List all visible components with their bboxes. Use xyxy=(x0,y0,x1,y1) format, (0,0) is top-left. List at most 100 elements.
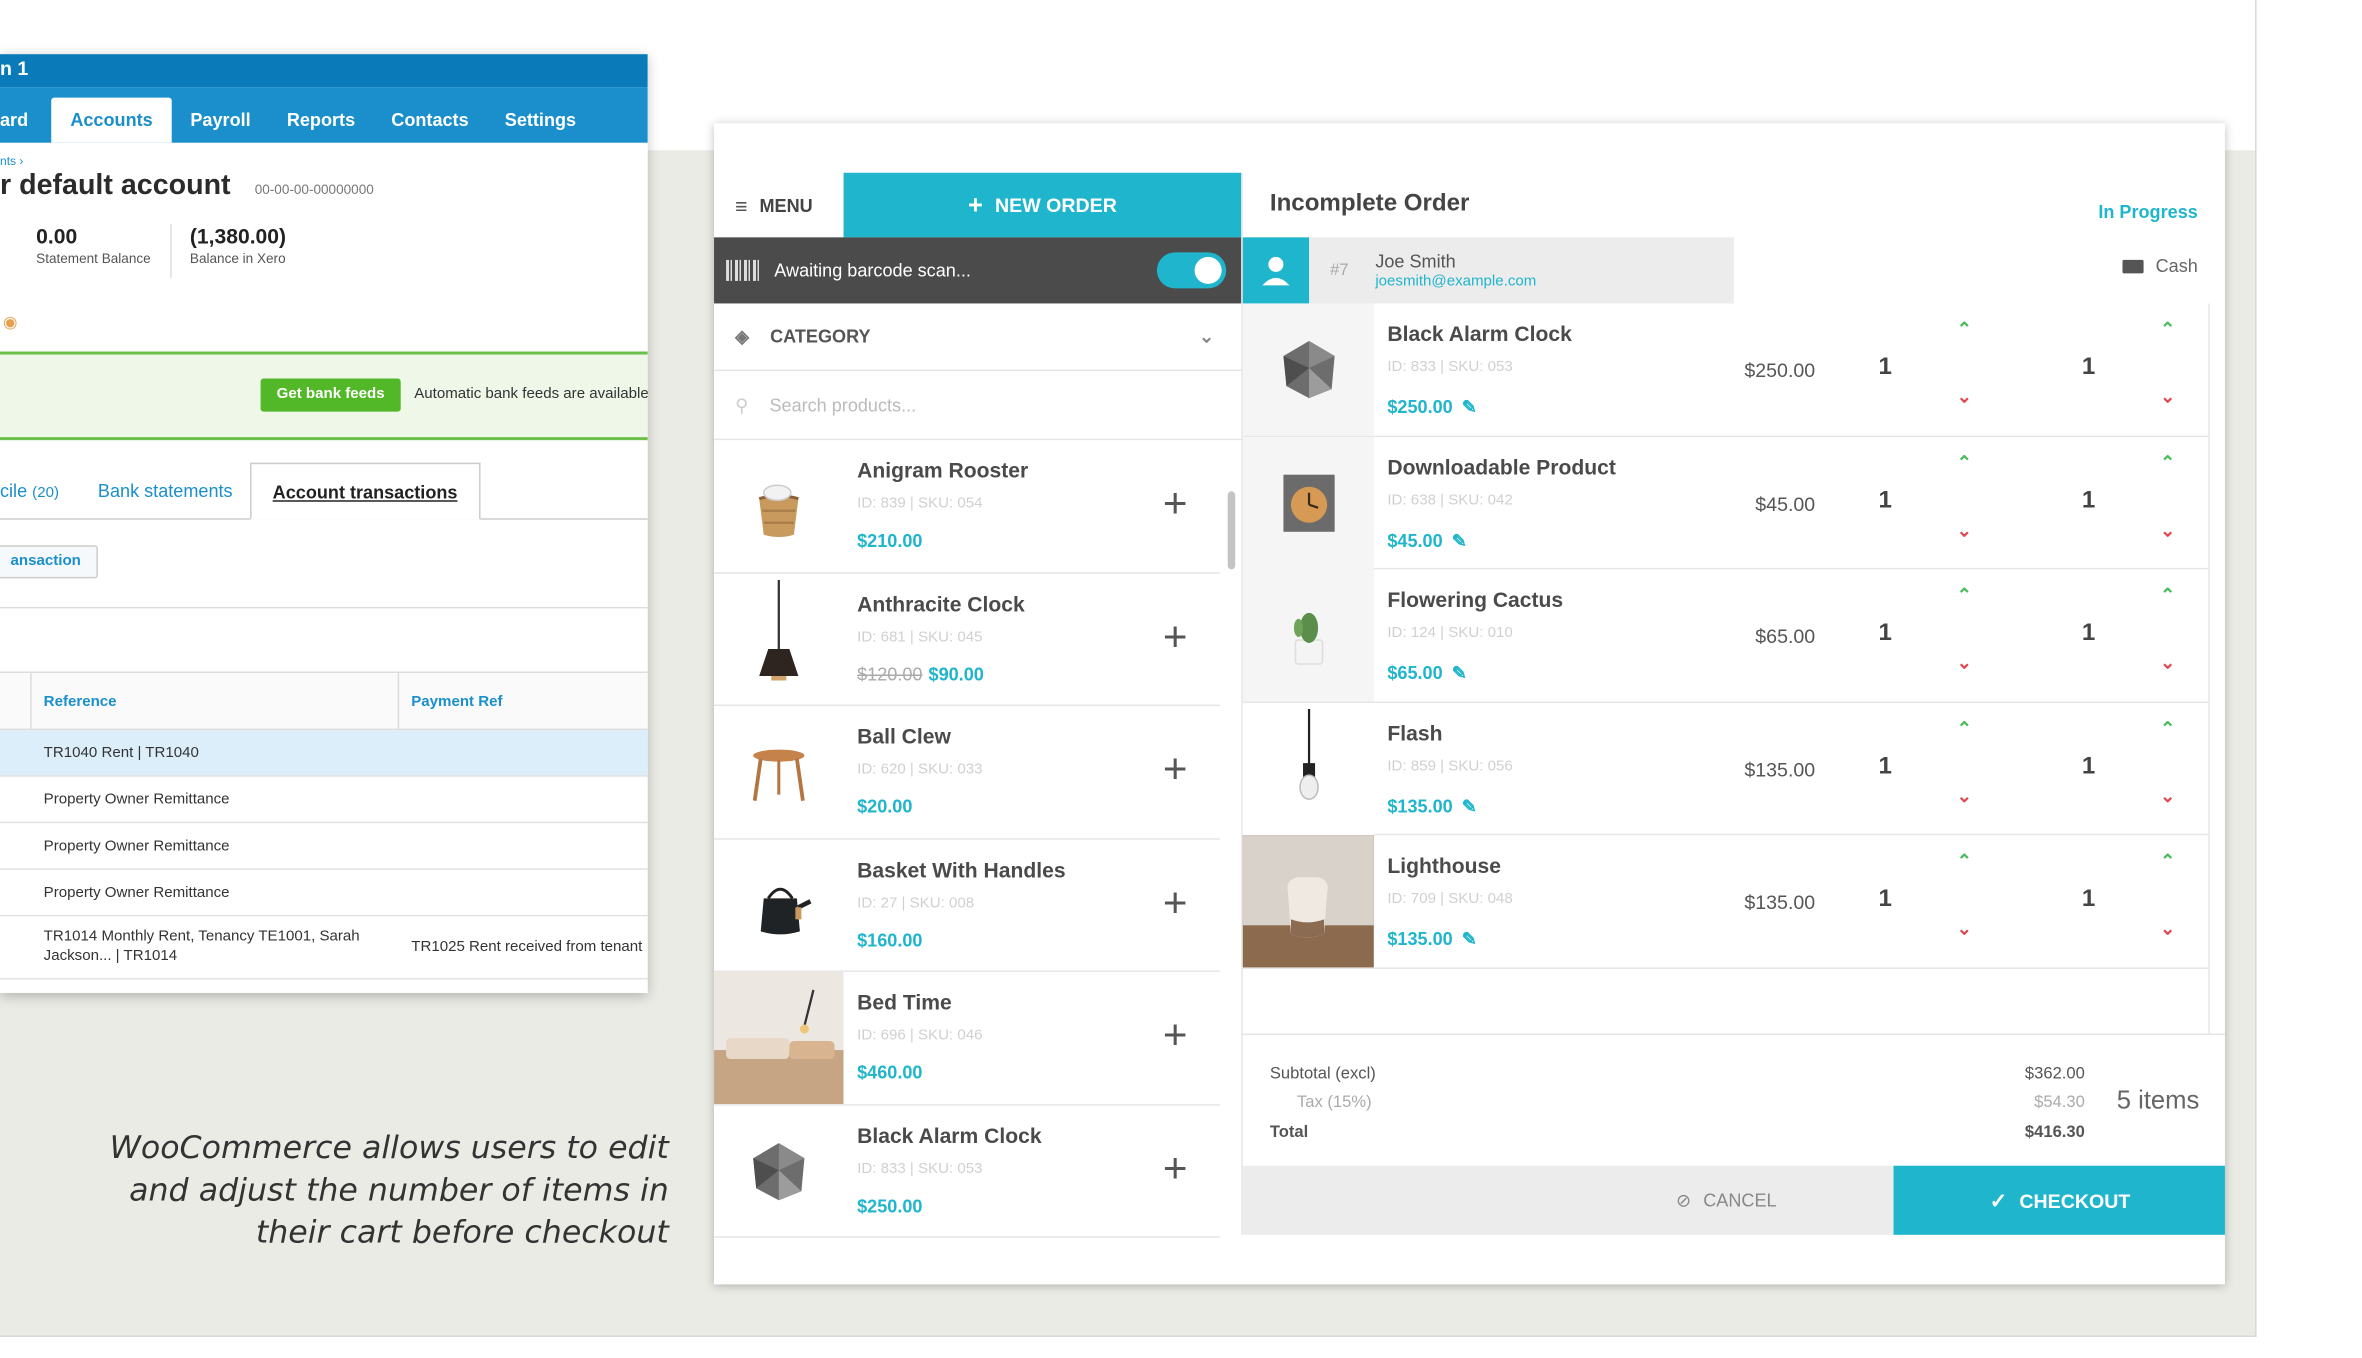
edit-icon[interactable]: ✎ xyxy=(1452,530,1467,551)
line-quantity-secondary[interactable]: 1 xyxy=(2082,753,2095,780)
product-item[interactable]: Bed Time ID: 696 | SKU: 046 $460.00 + xyxy=(714,971,1221,1105)
order-line[interactable]: Flash ID: 859 | SKU: 056 $135.00 ✎ $135.0… xyxy=(1242,702,2209,836)
order-line[interactable]: Flowering Cactus ID: 124 | SKU: 010 $65.… xyxy=(1242,569,2209,703)
tab-bank-statements[interactable]: Bank statements xyxy=(98,463,233,520)
product-item[interactable]: Basket With Handles ID: 27 | SKU: 008 $1… xyxy=(714,839,1221,972)
tab-reconcile[interactable]: cile (20) xyxy=(0,463,59,520)
cancel-button[interactable]: ⊘ CANCEL xyxy=(1242,1165,1894,1235)
quantity-down-icon[interactable]: ⌄ xyxy=(1957,785,1972,806)
product-list-scrollbar[interactable] xyxy=(1227,491,1236,570)
line-quantity[interactable]: 1 xyxy=(1878,620,1891,647)
order-line[interactable]: Black Alarm Clock ID: 833 | SKU: 053 $25… xyxy=(1242,303,2209,437)
menu-label: MENU xyxy=(759,194,813,216)
edit-icon[interactable]: ✎ xyxy=(1462,928,1477,949)
cash-icon xyxy=(2122,260,2144,274)
quantity-up-icon[interactable]: ⌃ xyxy=(2160,451,2175,472)
quantity-up-icon[interactable]: ⌃ xyxy=(2160,318,2175,339)
nav-accounts[interactable]: Accounts xyxy=(50,97,173,143)
customer-selector[interactable]: #7 Joe Smith joesmith@example.com xyxy=(1242,237,1734,304)
breadcrumb[interactable]: nts › xyxy=(0,143,648,170)
table-row[interactable]: TR1040 Rent | TR1040 xyxy=(0,730,648,777)
quantity-down-icon[interactable]: ⌄ xyxy=(2160,652,2175,673)
category-dropdown[interactable]: ◈ CATEGORY ⌄ xyxy=(714,303,1242,372)
order-lines: Black Alarm Clock ID: 833 | SKU: 053 $25… xyxy=(1242,303,2209,969)
quantity-down-icon[interactable]: ⌄ xyxy=(1957,386,1972,407)
checkout-button[interactable]: ✓ CHECKOUT xyxy=(1893,1165,2225,1235)
product-search[interactable]: ⚲ Search products... xyxy=(714,371,1242,441)
quantity-down-icon[interactable]: ⌄ xyxy=(1957,652,1972,673)
tab-account-transactions[interactable]: Account transactions xyxy=(250,462,481,520)
edit-icon[interactable]: ✎ xyxy=(1462,795,1477,816)
order-line[interactable]: Lighthouse ID: 709 | SKU: 048 $135.00 ✎ $… xyxy=(1242,835,2209,969)
product-price: $120.00 $90.00 xyxy=(857,663,984,684)
line-quantity[interactable]: 1 xyxy=(1878,487,1891,514)
line-quantity-secondary[interactable]: 1 xyxy=(2082,487,2095,514)
nav-dashboard[interactable]: ard xyxy=(0,98,51,143)
scan-toggle[interactable] xyxy=(1156,252,1227,289)
line-quantity[interactable]: 1 xyxy=(1878,355,1891,382)
column-payment-ref[interactable]: Payment Ref xyxy=(397,672,502,732)
quantity-up-icon[interactable]: ⌃ xyxy=(1957,451,1972,472)
table-row[interactable]: Property Owner Remittance xyxy=(0,777,648,824)
comment-icon[interactable]: ◉ xyxy=(3,312,24,332)
product-item[interactable]: Anigram Rooster ID: 839 | SKU: 054 $210.… xyxy=(714,440,1221,574)
quantity-up-icon[interactable]: ⌃ xyxy=(1957,717,1972,738)
quantity-down-icon[interactable]: ⌄ xyxy=(2160,785,2175,806)
quantity-down-icon[interactable]: ⌄ xyxy=(2160,519,2175,540)
marketing-caption: WooCommerce allows users to edit and adj… xyxy=(36,1127,669,1253)
quantity-down-icon[interactable]: ⌄ xyxy=(2160,918,2175,939)
edit-icon[interactable]: ✎ xyxy=(1462,397,1477,418)
xero-window: n 1 ard Accounts Payroll Reports Contact… xyxy=(0,54,648,993)
product-list: Anigram Rooster ID: 839 | SKU: 054 $210.… xyxy=(714,440,1221,1238)
product-item[interactable]: Anthracite Clock ID: 681 | SKU: 045 $120… xyxy=(714,573,1221,707)
table-row[interactable]: Property Owner Remittance xyxy=(0,823,648,870)
order-status: In Progress xyxy=(2098,201,2198,223)
quantity-down-icon[interactable]: ⌄ xyxy=(1957,918,1972,939)
quantity-up-icon[interactable]: ⌃ xyxy=(1957,584,1972,605)
order-line[interactable]: Downloadable Product ID: 638 | SKU: 042 … xyxy=(1242,436,2209,570)
product-meta: ID: 839 | SKU: 054 xyxy=(857,495,983,513)
payment-method[interactable]: Cash xyxy=(2122,255,2198,276)
menu-button[interactable]: ≡ MENU xyxy=(714,173,844,238)
quantity-down-icon[interactable]: ⌄ xyxy=(2160,386,2175,407)
product-item[interactable]: Ball Clew ID: 620 | SKU: 033 $20.00 + xyxy=(714,706,1221,839)
quantity-up-icon[interactable]: ⌃ xyxy=(2160,850,2175,871)
line-quantity-secondary[interactable]: 1 xyxy=(2082,886,2095,913)
add-product-button[interactable]: + xyxy=(1163,1144,1188,1192)
product-item[interactable]: Black Alarm Clock ID: 833 | SKU: 053 $25… xyxy=(714,1105,1221,1238)
product-price: $20.00 xyxy=(857,796,912,817)
line-quantity[interactable]: 1 xyxy=(1878,886,1891,913)
add-product-button[interactable]: + xyxy=(1163,878,1188,926)
quantity-up-icon[interactable]: ⌃ xyxy=(2160,584,2175,605)
table-row[interactable]: TR1014 Monthly Rent, Tenancy TE1001, Sar… xyxy=(0,916,648,980)
new-transaction-button[interactable]: ansaction xyxy=(0,545,98,579)
nav-reports[interactable]: Reports xyxy=(269,98,373,143)
add-product-button[interactable]: + xyxy=(1163,479,1188,527)
line-quantity-secondary[interactable]: 1 xyxy=(2082,620,2095,647)
tab-reconcile-count: (20) xyxy=(32,485,59,502)
quantity-down-icon[interactable]: ⌄ xyxy=(1957,519,1972,540)
add-product-button[interactable]: + xyxy=(1163,745,1188,793)
line-quantity-secondary[interactable]: 1 xyxy=(2082,355,2095,382)
order-lines-scrollbar[interactable] xyxy=(2208,303,2225,1034)
new-order-button[interactable]: + NEW ORDER xyxy=(843,172,1242,238)
table-row[interactable]: Property Owner Remittance xyxy=(0,870,648,917)
add-product-button[interactable]: + xyxy=(1163,1011,1188,1059)
get-bank-feeds-button[interactable]: Get bank feeds xyxy=(260,378,401,412)
line-quantity[interactable]: 1 xyxy=(1878,753,1891,780)
nav-payroll[interactable]: Payroll xyxy=(172,98,268,143)
quantity-up-icon[interactable]: ⌃ xyxy=(2160,717,2175,738)
cell-reference: TR1040 Rent | TR1040 xyxy=(43,745,199,762)
search-input[interactable]: Search products... xyxy=(769,394,916,415)
nav-settings[interactable]: Settings xyxy=(487,98,594,143)
xero-balance-label: Balance in Xero xyxy=(189,250,286,266)
quantity-up-icon[interactable]: ⌃ xyxy=(1957,318,1972,339)
nav-contacts[interactable]: Contacts xyxy=(373,98,486,143)
quantity-up-icon[interactable]: ⌃ xyxy=(1957,850,1972,871)
tab-reconcile-label: cile xyxy=(0,480,28,502)
customer-name: Joe Smith xyxy=(1375,250,1456,272)
column-reference[interactable]: Reference xyxy=(30,672,117,732)
edit-icon[interactable]: ✎ xyxy=(1452,662,1467,683)
add-product-button[interactable]: + xyxy=(1163,612,1188,660)
transactions-table: Reference Payment Ref TR1040 Rent | TR10… xyxy=(0,671,648,980)
